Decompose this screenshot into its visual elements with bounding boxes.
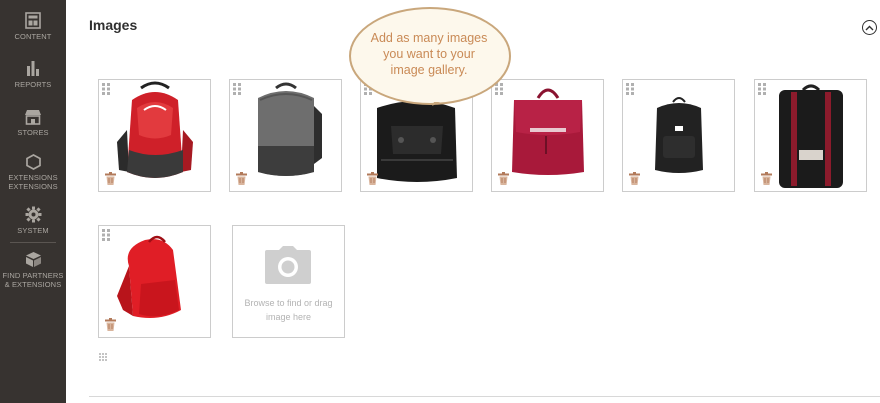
nav-label-stores: STORES	[17, 128, 49, 137]
trash-icon[interactable]	[498, 172, 509, 185]
trash-icon[interactable]	[367, 172, 378, 185]
nav-label-content: CONTENT	[14, 32, 52, 41]
images-section-title: Images	[89, 17, 138, 33]
extensions-icon	[25, 154, 41, 170]
upload-instructions: Browse to find or drag image here	[244, 298, 333, 322]
image-tile-gray-backpack[interactable]	[229, 79, 342, 192]
collapse-section-button[interactable]	[862, 20, 877, 35]
sidebar-divider	[10, 242, 56, 243]
nav-label-find-partners: FIND PARTNERS & EXTENSIONS	[2, 271, 64, 289]
section-divider	[89, 396, 880, 397]
nav-label-system: SYSTEM	[17, 226, 49, 235]
nav-item-find-partners[interactable]: FIND PARTNERS & EXTENSIONS	[0, 251, 66, 289]
image-tile-black-red-strap-backpack[interactable]	[754, 79, 867, 192]
camera-icon	[265, 246, 311, 284]
nav-label-extensions: EXTENSIONS EXTENSIONS	[8, 173, 58, 191]
gear-icon	[25, 206, 41, 223]
nav-item-system[interactable]: SYSTEM	[0, 206, 66, 235]
trash-icon[interactable]	[761, 172, 772, 185]
drag-handle-icon[interactable]	[102, 229, 111, 241]
stores-icon	[25, 110, 41, 125]
drag-handle-icon[interactable]	[626, 83, 635, 95]
nav-item-content[interactable]: CONTENT	[0, 12, 66, 41]
content-icon	[25, 12, 41, 29]
small-drag-handle-icon[interactable]	[99, 353, 107, 361]
nav-label-reports: REPORTS	[14, 80, 52, 89]
tooltip-text: Add as many images you want to your imag…	[370, 31, 488, 77]
trash-icon[interactable]	[105, 318, 116, 331]
image-tile-red-daypack[interactable]	[98, 225, 211, 338]
reports-icon	[27, 61, 39, 76]
nav-item-extensions[interactable]: EXTENSIONS EXTENSIONS	[0, 154, 66, 191]
trash-icon[interactable]	[105, 172, 116, 185]
drag-handle-icon[interactable]	[758, 83, 767, 95]
nav-item-reports[interactable]: REPORTS	[0, 60, 66, 89]
nav-item-stores[interactable]: STORES	[0, 109, 66, 137]
partners-icon	[25, 252, 41, 267]
drag-handle-icon[interactable]	[102, 83, 111, 95]
chevron-up-icon	[865, 25, 874, 30]
main-content: Images Browse to find or drag image here…	[66, 0, 880, 403]
image-upload-dropzone[interactable]: Browse to find or drag image here	[232, 225, 345, 338]
image-tile-small-black-backpack[interactable]	[622, 79, 735, 192]
trash-icon[interactable]	[236, 172, 247, 185]
trash-icon[interactable]	[629, 172, 640, 185]
tooltip-bubble: Add as many images you want to your imag…	[344, 4, 514, 106]
admin-sidebar: CONTENT REPORTS STORES EXTENSIONS EXTENS…	[0, 0, 66, 403]
image-tile-red-backpack[interactable]	[98, 79, 211, 192]
drag-handle-icon[interactable]	[233, 83, 242, 95]
